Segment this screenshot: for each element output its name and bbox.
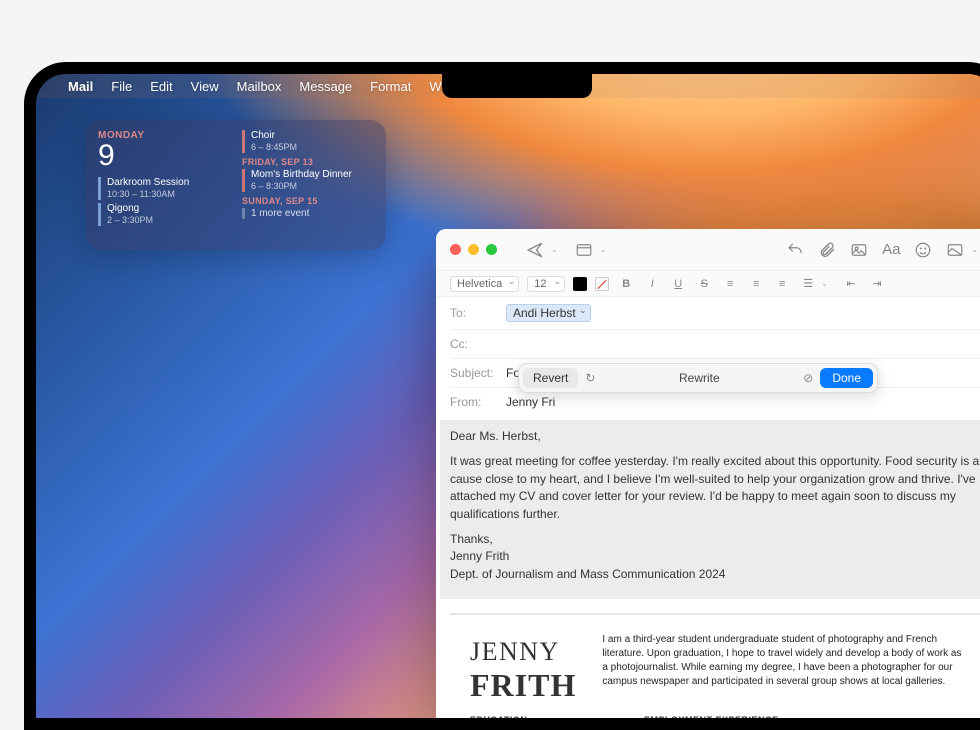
calendar-event: Choir 6 – 8:45PM	[242, 130, 374, 153]
revert-button[interactable]: Revert	[523, 368, 578, 388]
laptop-notch	[442, 74, 592, 98]
compose-toolbar: ⌄ ⌄ Aa ⌄	[436, 229, 980, 271]
to-row[interactable]: To: Andi Herbst	[450, 297, 980, 330]
app-menu[interactable]: Mail	[68, 79, 93, 94]
calendar-section: FRIDAY, SEP 13	[242, 157, 374, 167]
calendar-more-events: 1 more event	[242, 208, 374, 219]
calendar-day-number: 9	[98, 141, 230, 171]
calendar-event: Mom's Birthday Dinner 6 – 8:30PM	[242, 169, 374, 192]
text-color-swatch[interactable]	[573, 277, 587, 291]
photo-icon[interactable]	[847, 238, 871, 262]
italic-button[interactable]: I	[643, 275, 661, 293]
rewrite-label: Rewrite	[602, 371, 796, 385]
resume-employment: EMPLOYMENT EXPERIENCE SEPTEMBER 2021–PRE…	[644, 714, 790, 718]
resume-bullets: Capture high-quality photographs to acco…	[818, 714, 964, 718]
menu-mailbox[interactable]: Mailbox	[237, 79, 282, 94]
calendar-section: SUNDAY, SEP 15	[242, 196, 374, 206]
minimize-button[interactable]	[468, 244, 479, 255]
writing-tools-bar: Revert ↻ Rewrite ⊘ Done	[518, 363, 878, 393]
recipient-chip[interactable]: Andi Herbst	[506, 304, 591, 322]
forward-cycle-icon[interactable]: ↻	[582, 370, 598, 386]
calendar-day-name: MONDAY	[98, 130, 230, 141]
header-options-chevron[interactable]: ⌄	[600, 245, 607, 254]
bg-color-swatch[interactable]	[595, 277, 609, 291]
message-body[interactable]: Dear Ms. Herbst, It was great meeting fo…	[436, 416, 980, 718]
mail-compose-window: ⌄ ⌄ Aa ⌄ Helvetica 12 B I U S	[436, 229, 980, 718]
resume-education: EDUCATION Expected June 2024 BACHELOR OF…	[470, 714, 616, 718]
reply-icon[interactable]	[783, 238, 807, 262]
outdent-icon[interactable]: ⇤	[842, 275, 860, 293]
menu-view[interactable]: View	[191, 79, 219, 94]
cc-row[interactable]: Cc:	[450, 330, 980, 359]
cc-label: Cc:	[450, 337, 506, 351]
font-size-select[interactable]: 12	[527, 276, 565, 292]
from-value[interactable]: Jenny Fri	[506, 395, 555, 409]
align-right-icon[interactable]: ≡	[773, 275, 791, 293]
menu-edit[interactable]: Edit	[150, 79, 172, 94]
list-options-chevron[interactable]: ⌄	[821, 279, 828, 288]
calendar-widget[interactable]: MONDAY 9 Darkroom Session 10:30 – 11:30A…	[86, 120, 386, 250]
attachment-icon[interactable]	[815, 238, 839, 262]
to-label: To:	[450, 306, 506, 320]
send-options-chevron[interactable]: ⌄	[551, 245, 558, 254]
emoji-icon[interactable]	[911, 238, 935, 262]
zoom-button[interactable]	[486, 244, 497, 255]
menu-message[interactable]: Message	[299, 79, 352, 94]
calendar-event: Darkroom Session 10:30 – 11:30AM	[98, 177, 230, 200]
send-icon[interactable]	[523, 238, 547, 262]
indent-icon[interactable]: ⇥	[868, 275, 886, 293]
media-options-chevron[interactable]: ⌄	[971, 245, 978, 254]
list-icon[interactable]: ☰	[799, 275, 817, 293]
align-left-icon[interactable]: ≡	[721, 275, 739, 293]
media-browser-icon[interactable]	[943, 238, 967, 262]
format-icon[interactable]: Aa	[879, 238, 903, 262]
font-family-select[interactable]: Helvetica	[450, 276, 519, 292]
header-fields-icon[interactable]	[572, 238, 596, 262]
resume-attachment: JENNY FRITH I am a third-year student un…	[450, 613, 980, 699]
menu-file[interactable]: File	[111, 79, 132, 94]
stop-icon[interactable]: ⊘	[800, 370, 816, 386]
done-button[interactable]: Done	[820, 368, 873, 388]
subject-label: Subject:	[450, 366, 506, 380]
format-bar: Helvetica 12 B I U S ≡ ≡ ≡ ☰ ⌄ ⇤ ⇥	[436, 271, 980, 297]
resume-last-name: FRITH	[470, 671, 576, 700]
ai-highlighted-text: Dear Ms. Herbst, It was great meeting fo…	[440, 420, 980, 599]
close-button[interactable]	[450, 244, 461, 255]
from-label: From:	[450, 395, 506, 409]
resume-first-name: JENNY	[470, 633, 576, 671]
calendar-event: Qigong 2 – 3:30PM	[98, 203, 230, 226]
align-center-icon[interactable]: ≡	[747, 275, 765, 293]
underline-button[interactable]: U	[669, 275, 687, 293]
bold-button[interactable]: B	[617, 275, 635, 293]
strikethrough-button[interactable]: S	[695, 275, 713, 293]
resume-bio: I am a third-year student undergraduate …	[602, 633, 964, 699]
menu-format[interactable]: Format	[370, 79, 411, 94]
